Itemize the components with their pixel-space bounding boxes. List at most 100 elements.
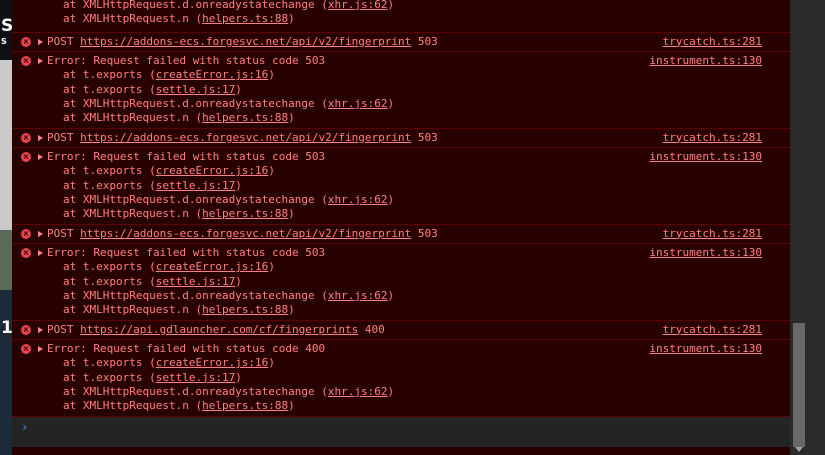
stack-frame-text: at t.exports ( — [63, 82, 156, 96]
expand-triangle-icon[interactable] — [38, 346, 43, 353]
error-message[interactable]: Error: Request failed with status code 5… — [47, 246, 325, 260]
source-link[interactable]: trycatch.ts:281 — [663, 131, 762, 145]
error-icon: × — [21, 324, 31, 335]
stack-frame-text: at XMLHttpRequest.n ( — [63, 207, 203, 221]
stack-frame-text: at t.exports ( — [63, 356, 156, 370]
stack-frame-link[interactable]: settle.js:17 — [156, 371, 235, 384]
stack-frame-text: at t.exports ( — [63, 178, 156, 192]
stack-frame-text: at t.exports ( — [63, 370, 156, 384]
stack-frame-link[interactable]: settle.js:17 — [156, 179, 235, 192]
stack-frame-link[interactable]: helpers.ts:88 — [202, 207, 288, 220]
expand-triangle-icon[interactable] — [38, 326, 43, 333]
stack-frame: at XMLHttpRequest.d.onreadystatechange (… — [63, 97, 394, 111]
stack-frame-text: at t.exports ( — [63, 68, 156, 82]
stack-frame-text: ) — [268, 68, 275, 82]
status-code: 503 — [417, 226, 438, 240]
error-message[interactable]: Error: Request failed with status code 5… — [47, 150, 325, 164]
request-url-link[interactable]: https://addons-ecs.forgesvc.net/api/v2/f… — [80, 131, 411, 144]
network-request-line[interactable]: POST https://addons-ecs.forgesvc.net/api… — [47, 227, 438, 241]
stack-frame: at XMLHttpRequest.n (helpers.ts:88) — [63, 12, 295, 26]
stack-frame: at XMLHttpRequest.n (helpers.ts:88) — [63, 303, 295, 317]
stack-frame-link[interactable]: createError.js:16 — [156, 164, 269, 177]
stack-frame-link[interactable]: xhr.js:62 — [328, 97, 388, 110]
stack-frame-text: ) — [288, 111, 295, 125]
background-text: 1 — [1, 318, 12, 338]
stack-frame-text: ) — [387, 288, 395, 302]
request-method: POST — [47, 130, 74, 144]
status-code: 503 — [417, 34, 438, 48]
source-link[interactable]: instrument.ts:130 — [649, 150, 762, 164]
stack-frame-text: ) — [235, 82, 242, 96]
source-link[interactable]: instrument.ts:130 — [649, 54, 762, 68]
stack-frame-link[interactable]: xhr.js:62 — [328, 0, 388, 11]
stack-frame: at XMLHttpRequest.d.onreadystatechange (… — [63, 193, 394, 207]
background-app-strip: S: S 1 — [0, 0, 12, 455]
request-method: POST — [47, 226, 74, 240]
error-icon: × — [21, 56, 31, 67]
expand-triangle-icon[interactable] — [38, 38, 43, 45]
stack-frame-link[interactable]: settle.js:17 — [156, 83, 235, 96]
stack-frame-text: ) — [235, 370, 242, 384]
expand-triangle-icon[interactable] — [38, 250, 43, 257]
request-method: POST — [47, 322, 74, 336]
source-link[interactable]: instrument.ts:130 — [649, 342, 762, 356]
request-url-link[interactable]: https://addons-ecs.forgesvc.net/api/v2/f… — [80, 35, 411, 48]
expand-triangle-icon[interactable] — [38, 58, 43, 65]
console-stack-tail: at XMLHttpRequest.d.onreadystatechange (… — [12, 0, 790, 33]
expand-triangle-icon[interactable] — [38, 154, 43, 161]
console-error-message: × Error: Request failed with status code … — [12, 340, 790, 417]
error-icon: × — [21, 132, 31, 143]
stack-frame-text: at XMLHttpRequest.n ( — [63, 303, 203, 317]
request-url-link[interactable]: https://addons-ecs.forgesvc.net/api/v2/f… — [80, 227, 411, 240]
source-link[interactable]: trycatch.ts:281 — [663, 227, 762, 241]
scroll-down-icon[interactable] — [795, 447, 803, 452]
stack-frame-link[interactable]: xhr.js:62 — [328, 385, 388, 398]
request-method: POST — [47, 34, 74, 48]
error-icon: × — [21, 344, 31, 355]
background-text: S: — [1, 16, 12, 36]
stack-frame-link[interactable]: createError.js:16 — [156, 68, 269, 81]
stack-frame-link[interactable]: helpers.ts:88 — [202, 111, 288, 124]
console-prompt[interactable]: › — [12, 416, 790, 447]
stack-frame-text: ) — [387, 192, 395, 206]
stack-frame-link[interactable]: helpers.ts:88 — [202, 303, 288, 316]
stack-frame: at t.exports (createError.js:16) — [63, 68, 275, 82]
stack-frame: at XMLHttpRequest.d.onreadystatechange (… — [63, 289, 394, 303]
stack-frame-link[interactable]: createError.js:16 — [156, 260, 269, 273]
expand-triangle-icon[interactable] — [38, 134, 43, 141]
network-request-line[interactable]: POST https://addons-ecs.forgesvc.net/api… — [47, 131, 438, 145]
stack-frame-link[interactable]: createError.js:16 — [156, 356, 269, 369]
source-link[interactable]: trycatch.ts:281 — [663, 323, 762, 337]
network-request-line[interactable]: POST https://api.gdlauncher.com/cf/finge… — [47, 323, 385, 337]
error-message[interactable]: Error: Request failed with status code 5… — [47, 54, 325, 68]
stack-frame-text: at XMLHttpRequest.d.onreadystatechange ( — [63, 192, 328, 206]
background-block — [0, 60, 12, 230]
request-url-link[interactable]: https://api.gdlauncher.com/cf/fingerprin… — [80, 323, 358, 336]
console-scrollbar[interactable] — [790, 0, 808, 455]
source-link[interactable]: trycatch.ts:281 — [663, 35, 762, 49]
stack-frame-link[interactable]: helpers.ts:88 — [202, 399, 288, 412]
scrollbar-thumb[interactable] — [793, 323, 805, 447]
stack-frame-text: at XMLHttpRequest.d.onreadystatechange ( — [63, 288, 328, 302]
error-icon: × — [21, 152, 31, 163]
stack-frame: at t.exports (settle.js:17) — [63, 371, 242, 385]
stack-frame-link[interactable]: xhr.js:62 — [328, 193, 388, 206]
stack-frame: at t.exports (settle.js:17) — [63, 83, 242, 97]
stack-frame-text: ) — [288, 303, 295, 317]
stack-frame-text: ) — [288, 12, 295, 26]
source-link[interactable]: instrument.ts:130 — [649, 246, 762, 260]
stack-frame-text: ) — [268, 260, 275, 274]
stack-frame-link[interactable]: settle.js:17 — [156, 275, 235, 288]
stack-frame: at t.exports (createError.js:16) — [63, 356, 275, 370]
stack-frame-text: at t.exports ( — [63, 260, 156, 274]
network-request-line[interactable]: POST https://addons-ecs.forgesvc.net/api… — [47, 35, 438, 49]
stack-frame-text: ) — [288, 399, 295, 413]
stack-frame-link[interactable]: xhr.js:62 — [328, 289, 388, 302]
console-network-error: × POST https://addons-ecs.forgesvc.net/ap… — [12, 33, 790, 53]
stack-frame-link[interactable]: helpers.ts:88 — [202, 12, 288, 25]
console-network-error: × POST https://addons-ecs.forgesvc.net/ap… — [12, 225, 790, 245]
console-error-message: × Error: Request failed with status code … — [12, 52, 790, 129]
stack-frame-text: ) — [387, 96, 395, 110]
error-message[interactable]: Error: Request failed with status code 4… — [47, 342, 325, 356]
expand-triangle-icon[interactable] — [38, 230, 43, 237]
